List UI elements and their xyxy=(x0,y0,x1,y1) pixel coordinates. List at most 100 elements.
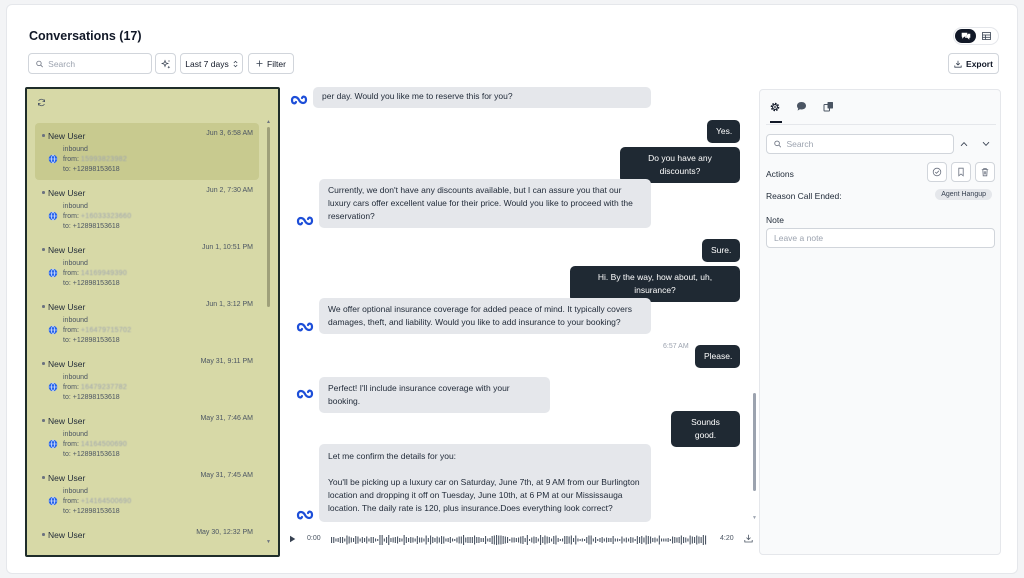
bot-message: Currently, we don't have any discounts a… xyxy=(319,179,651,228)
call-direction: inbound xyxy=(63,260,88,267)
bot-message: per day. Would you like me to reserve th… xyxy=(313,87,651,108)
tab-settings[interactable] xyxy=(768,100,781,113)
tab-copies[interactable] xyxy=(822,100,835,113)
status-dot xyxy=(42,419,45,422)
actions-label: Actions xyxy=(766,169,794,179)
settings-gear-icon xyxy=(770,102,779,111)
table-view-button[interactable] xyxy=(976,29,997,43)
from-number: +16479715702 xyxy=(80,327,132,334)
conversation-item[interactable]: New User May 31, 9:11 PM inbound from: 1… xyxy=(35,351,259,408)
next-match-button[interactable] xyxy=(982,139,990,149)
from-line: from: 15993823982 xyxy=(63,156,127,163)
page-title: Conversations (17) xyxy=(29,29,142,43)
to-line: to: +12898153618 xyxy=(63,166,120,173)
details-tabs xyxy=(768,100,835,113)
bot-avatar-icon xyxy=(296,509,314,523)
conversation-time: May 31, 9:11 PM xyxy=(200,358,253,365)
status-dot xyxy=(42,134,45,137)
globe-icon xyxy=(48,211,58,223)
filter-button[interactable]: Filter xyxy=(248,53,294,74)
conversation-item[interactable]: New User Jun 2, 7:30 AM inbound from: +1… xyxy=(35,180,259,237)
bot-avatar-icon xyxy=(296,215,314,229)
tab-messages[interactable] xyxy=(795,100,808,113)
delete-button[interactable] xyxy=(975,162,995,182)
sparkle-icon xyxy=(160,58,170,69)
from-line: from: 14164500690 xyxy=(63,441,127,448)
from-line: from: +14164500690 xyxy=(63,498,131,505)
mark-resolved-button[interactable] xyxy=(927,162,947,182)
list-scrollbar-thumb[interactable] xyxy=(267,127,270,307)
refresh-button[interactable] xyxy=(37,98,46,109)
conversation-search[interactable] xyxy=(28,53,152,74)
status-dot xyxy=(42,362,45,365)
call-direction: inbound xyxy=(63,488,88,495)
list-scroll-up-arrow[interactable]: ▲ xyxy=(266,119,271,125)
status-dot xyxy=(42,248,45,251)
conversation-view-button[interactable] xyxy=(955,29,976,43)
play-button[interactable] xyxy=(289,535,296,545)
transcript-search-input[interactable] xyxy=(786,139,953,149)
table-view-icon xyxy=(982,32,991,40)
call-direction: inbound xyxy=(63,146,88,153)
conversation-item[interactable]: New User May 30, 12:32 PM xyxy=(35,522,259,555)
to-line: to: +12898153618 xyxy=(63,280,120,287)
ai-sparkle-button[interactable] xyxy=(155,53,176,74)
from-label: from: xyxy=(63,384,79,391)
transcript-scrollbar-thumb[interactable] xyxy=(753,393,756,491)
conversation-search-input[interactable] xyxy=(48,58,151,69)
from-number: +14164500690 xyxy=(80,498,132,505)
audio-waveform[interactable] xyxy=(331,531,707,549)
caller-name: New User xyxy=(48,416,86,426)
status-dot xyxy=(42,533,45,536)
conversation-item[interactable]: New User May 31, 7:45 AM inbound from: +… xyxy=(35,465,259,522)
call-direction: inbound xyxy=(63,317,88,324)
download-icon xyxy=(744,534,753,543)
conversation-item[interactable]: New User Jun 3, 6:58 AM inbound from: 15… xyxy=(35,123,259,180)
caller-name: New User xyxy=(48,359,86,369)
status-dot xyxy=(42,305,45,308)
globe-icon xyxy=(48,382,58,394)
download-icon xyxy=(954,60,962,68)
call-direction: inbound xyxy=(63,431,88,438)
conversation-item[interactable]: New User Jun 1, 10:51 PM inbound from: 1… xyxy=(35,237,259,294)
date-range-select[interactable]: Last 7 days xyxy=(180,53,243,74)
chevron-up-icon xyxy=(960,141,968,147)
caller-name: New User xyxy=(48,530,86,540)
from-number: +16033323660 xyxy=(80,213,132,220)
previous-match-button[interactable] xyxy=(960,139,968,149)
bot-avatar-icon xyxy=(296,388,314,402)
user-message: Please. xyxy=(695,345,740,368)
status-dot xyxy=(42,191,45,194)
to-line: to: +12898153618 xyxy=(63,337,120,344)
bot-message-line: Let me confirm the details for you: xyxy=(328,451,457,461)
from-number: 14164500690 xyxy=(80,441,128,448)
globe-icon xyxy=(48,439,58,451)
note-field[interactable] xyxy=(766,228,995,248)
reason-call-ended-badge: Agent Hangup xyxy=(935,189,992,200)
to-line: to: +12898153618 xyxy=(63,394,120,401)
from-label: from: xyxy=(63,270,79,277)
export-button[interactable]: Export xyxy=(948,53,999,74)
call-direction: inbound xyxy=(63,374,88,381)
from-label: from: xyxy=(63,327,79,334)
view-toggle[interactable] xyxy=(953,27,999,45)
conversation-time: Jun 3, 6:58 AM xyxy=(206,130,253,137)
conversation-item[interactable]: New User May 31, 7:46 AM inbound from: 1… xyxy=(35,408,259,465)
transcript-search[interactable] xyxy=(766,134,954,154)
download-audio-button[interactable] xyxy=(744,534,753,545)
note-input[interactable] xyxy=(774,233,994,243)
conversation-item[interactable]: New User Jun 1, 3:12 PM inbound from: +1… xyxy=(35,294,259,351)
transcript-scroll-down-arrow[interactable]: ▼ xyxy=(752,515,757,521)
from-number: 16479237782 xyxy=(80,384,128,391)
user-message: Hi. By the way, how about, uh, insurance… xyxy=(570,266,740,302)
conversation-list: New User Jun 3, 6:58 AM inbound from: 15… xyxy=(35,123,259,555)
bot-message: Perfect! I'll include insurance coverage… xyxy=(319,377,550,413)
caller-name: New User xyxy=(48,302,86,312)
globe-icon xyxy=(48,496,58,508)
transcript-panel: per day. Would you like me to reserve th… xyxy=(287,87,757,527)
bookmark-button[interactable] xyxy=(951,162,971,182)
list-scroll-down-arrow[interactable]: ▼ xyxy=(266,539,271,545)
app-window: Conversations (17) Last 7 days Filter Ex… xyxy=(6,4,1018,574)
conversation-list-panel: New User Jun 3, 6:58 AM inbound from: 15… xyxy=(25,87,280,557)
conversation-time: May 31, 7:46 AM xyxy=(200,415,253,422)
